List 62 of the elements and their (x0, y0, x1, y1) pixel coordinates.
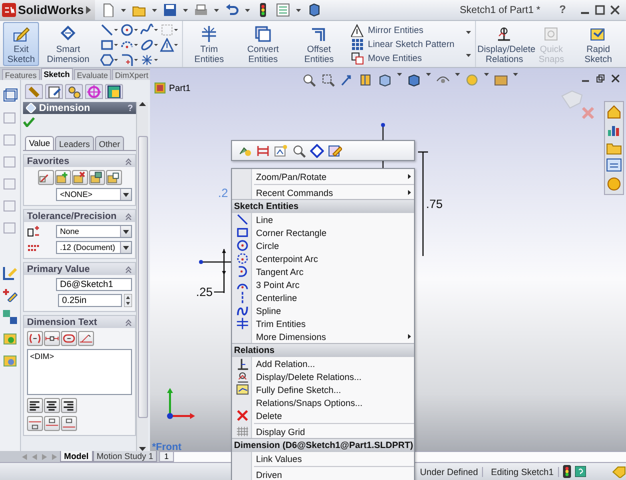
menu-item[interactable]: Trim Entities (232, 317, 414, 330)
section-title: Favorites (27, 156, 70, 166)
dropdown[interactable]: None (56, 225, 132, 238)
ribbon-button[interactable]: Trim Entities (184, 22, 234, 66)
app-logo: SolidWorks (18, 3, 84, 17)
menu-item[interactable]: Tangent Arc (232, 265, 414, 278)
menu-item[interactable]: Link Values (232, 452, 414, 465)
text-area[interactable]: <DIM> (27, 349, 132, 395)
panel-title: Dimension (39, 102, 90, 114)
menu-item[interactable]: Display/Delete Relations... (232, 370, 414, 383)
section-title: Primary Value (27, 264, 90, 274)
ribbon-list-item[interactable]: Move Entities (350, 51, 454, 65)
ribbon-list-item[interactable]: Mirror Entities (350, 23, 454, 37)
menu-item[interactable]: Circle (232, 239, 414, 252)
menu-item[interactable]: Delete (232, 409, 414, 422)
panel-tab[interactable]: Other (94, 136, 124, 150)
dimension-text[interactable]: .25 (196, 285, 213, 299)
help-button[interactable]: ? (559, 4, 566, 16)
menu-item[interactable]: Relations/Snaps Options... (232, 396, 414, 409)
menu-item[interactable]: Display Grid (232, 425, 414, 438)
menu-item[interactable]: Centerpoint Arc (232, 252, 414, 265)
ribbon-button[interactable]: Convert Entities (236, 22, 290, 66)
dropdown[interactable]: <NONE> (56, 188, 132, 201)
status-text: Editing Sketch1 (487, 466, 559, 476)
menu-section-header: Sketch Entities (232, 199, 414, 213)
dropdown[interactable]: .12 (Document) (56, 241, 132, 254)
ribbon-button[interactable]: Rapid Sketch (572, 22, 625, 66)
menu-item[interactable]: More Dimensions (232, 330, 414, 343)
menu-item[interactable]: Add Relation... (232, 357, 414, 370)
section-title: Tolerance/Precision (27, 210, 117, 222)
command-tab[interactable]: Sketch (40, 68, 73, 80)
command-tab[interactable]: Evaluate (74, 69, 111, 80)
tree-root[interactable]: Part1 (169, 83, 191, 93)
page-tab[interactable]: 1 (159, 451, 174, 462)
ribbon-button[interactable]: Offset Entities (292, 22, 346, 66)
dimension-text[interactable]: .75 (426, 197, 443, 211)
input-field[interactable]: D6@Sketch1 (56, 278, 132, 291)
status-text: Under Defined (416, 466, 484, 476)
menu-item[interactable]: Driven (232, 468, 414, 480)
ribbon-list-item[interactable]: Linear Sketch Pattern (350, 37, 454, 51)
command-tab[interactable]: Features (2, 69, 40, 80)
menu-item[interactable]: Corner Rectangle (232, 226, 414, 239)
menu-item[interactable]: Centerline (232, 291, 414, 304)
ribbon-button[interactable]: Smart Dimension (41, 22, 96, 66)
command-tab[interactable]: DimXpert (112, 69, 152, 80)
menu-item[interactable]: Fully Define Sketch... (232, 383, 414, 396)
view-name: *Front (152, 442, 182, 451)
ribbon-button[interactable]: Exit Sketch (3, 22, 40, 66)
section-title: Dimension Text (27, 316, 98, 328)
panel-tab[interactable]: Leaders (55, 136, 94, 150)
model-tab[interactable]: Model (60, 451, 93, 462)
input-field[interactable]: 0.25in (58, 294, 122, 307)
menu-item[interactable]: Spline (232, 304, 414, 317)
menu-item[interactable]: Zoom/Pan/Rotate (232, 170, 414, 183)
window-title: Sketch1 of Part1 * (458, 4, 542, 16)
panel-tab[interactable]: Value (25, 136, 54, 150)
menu-section-header: Dimension (D6@Sketch1@Part1.SLDPRT) (232, 438, 414, 452)
model-tab[interactable]: Motion Study 1 (92, 451, 158, 462)
menu-item[interactable]: Line (232, 213, 414, 226)
menu-section-header: Relations (232, 343, 414, 357)
menu-item[interactable]: 3 Point Arc (232, 278, 414, 291)
menu-item[interactable]: Recent Commands (232, 186, 414, 199)
